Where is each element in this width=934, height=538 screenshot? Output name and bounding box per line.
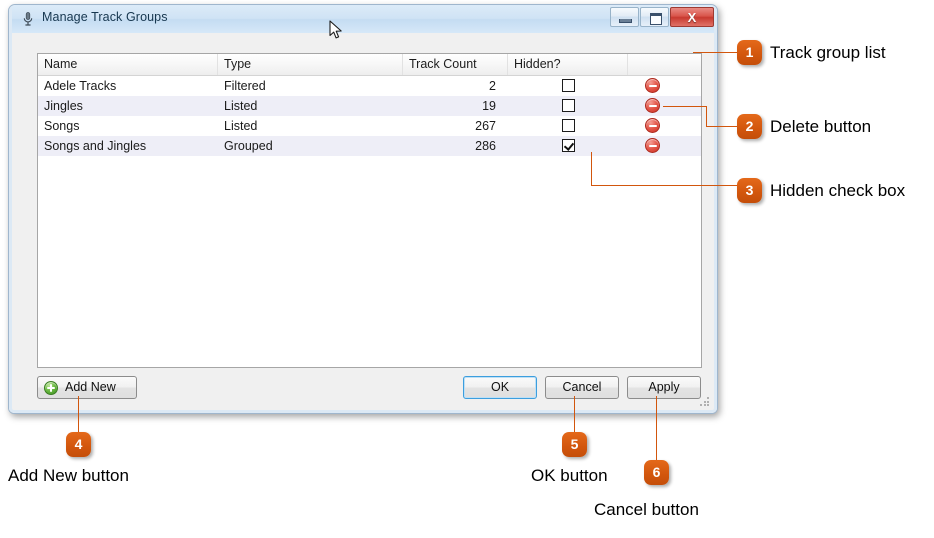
ok-button[interactable]: OK [463, 376, 537, 399]
callout-2-leader-a [663, 106, 707, 107]
delete-button[interactable] [645, 138, 660, 154]
hidden-check-box[interactable] [561, 139, 575, 153]
cell-name: Adele Tracks [44, 79, 117, 93]
table-row[interactable]: Jingles Listed 19 [38, 96, 701, 116]
callout-3-label: Hidden check box [770, 181, 906, 200]
track-group-list[interactable]: Name Type Track Count Hidden? Adele Trac… [37, 53, 702, 368]
delete-button[interactable] [645, 98, 660, 114]
microphone-icon [23, 12, 33, 26]
callout-1-badge: 1 [737, 40, 762, 65]
cell-type: Grouped [224, 139, 273, 153]
callout-3-badge: 3 [737, 178, 762, 203]
minimize-icon [619, 19, 632, 23]
table-row[interactable]: Songs and Jingles Grouped 286 [38, 136, 701, 156]
window-titlebar[interactable]: Manage Track Groups X [9, 5, 717, 34]
hidden-check-box[interactable] [561, 119, 575, 133]
column-header-hidden[interactable]: Hidden? [508, 54, 628, 75]
add-new-button-label: Add New [65, 380, 116, 394]
callout-2-leader-c [706, 126, 739, 127]
plus-icon [44, 381, 58, 395]
column-header-type[interactable]: Type [218, 54, 403, 75]
cell-name: Jingles [44, 99, 83, 113]
callout-1-label: Track group list [770, 43, 886, 62]
cell-name: Songs and Jingles [44, 139, 147, 153]
grid-header-row: Name Type Track Count Hidden? [38, 54, 701, 76]
cell-actions [628, 116, 700, 136]
maximize-button[interactable] [640, 7, 669, 27]
cell-track-count: 286 [475, 139, 496, 153]
close-icon: X [687, 10, 697, 25]
table-row[interactable]: Songs Listed 267 [38, 116, 701, 136]
callout-5-badge: 5 [562, 432, 587, 457]
callout-1-leader [693, 52, 739, 53]
callout-2-leader-b [706, 106, 707, 126]
callout-5-leader [574, 396, 575, 432]
cell-type: Filtered [224, 79, 266, 93]
cell-type: Listed [224, 119, 258, 133]
window-title: Manage Track Groups [42, 10, 168, 24]
cell-type: Listed [224, 99, 258, 113]
cell-name: Songs [44, 119, 80, 133]
callout-2-label: Delete button [770, 117, 872, 136]
callout-4-label: Add New button [8, 466, 129, 485]
table-row[interactable]: Adele Tracks Filtered 2 [38, 76, 701, 96]
cell-hidden [508, 136, 628, 156]
column-header-track-count[interactable]: Track Count [403, 54, 508, 75]
column-header-actions[interactable] [628, 54, 700, 75]
callout-6-leader [656, 396, 657, 460]
cell-track-count: 267 [475, 119, 496, 133]
delete-button[interactable] [645, 118, 660, 134]
cell-actions [628, 76, 700, 96]
cell-hidden [508, 96, 628, 116]
apply-button[interactable]: Apply [627, 376, 701, 399]
minimize-button[interactable] [610, 7, 639, 27]
column-header-name[interactable]: Name [38, 54, 218, 75]
close-button[interactable]: X [670, 7, 714, 27]
cell-actions [628, 136, 700, 156]
hidden-check-box[interactable] [561, 79, 575, 93]
callout-5-label: OK button [531, 466, 608, 485]
hidden-check-box[interactable] [561, 99, 575, 113]
add-new-button[interactable]: Add New [37, 376, 137, 399]
window-body: Name Type Track Count Hidden? Adele Trac… [9, 33, 717, 413]
callout-4-badge: 4 [66, 432, 91, 457]
callout-6-label: Cancel button [594, 500, 699, 519]
delete-button[interactable] [645, 78, 660, 94]
callout-6-badge: 6 [644, 460, 669, 485]
manage-track-groups-window: Manage Track Groups X Name Type Track Co… [8, 4, 718, 414]
cell-hidden [508, 76, 628, 96]
resize-grip[interactable] [700, 397, 710, 407]
maximize-icon [650, 13, 662, 25]
callout-2-badge: 2 [737, 114, 762, 139]
cell-track-count: 2 [489, 79, 496, 93]
callout-4-leader [78, 396, 79, 432]
callout-3-leader-a [591, 152, 592, 185]
cell-track-count: 19 [482, 99, 496, 113]
callout-3-leader-b [591, 185, 739, 186]
window-controls: X [609, 7, 714, 27]
cell-hidden [508, 116, 628, 136]
cancel-button[interactable]: Cancel [545, 376, 619, 399]
